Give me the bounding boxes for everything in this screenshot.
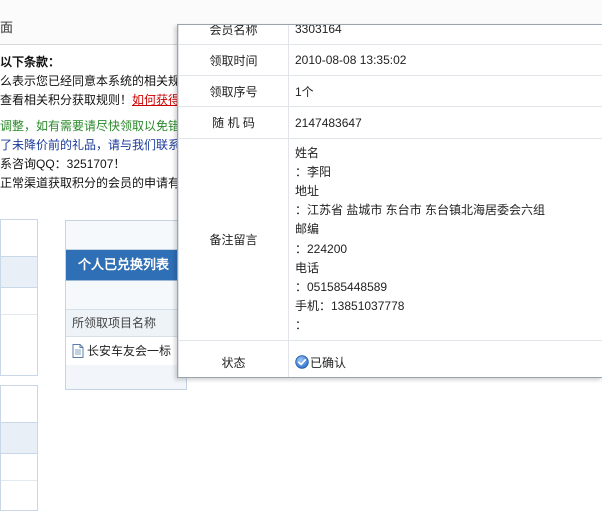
row-status: 状态 已确认: [179, 341, 602, 379]
exchange-list-header: 个人已兑换列表: [66, 250, 186, 281]
row-member-name: 会员名称 3303164: [179, 24, 602, 45]
remark-line: 邮编: [295, 220, 602, 239]
remark-line: ：李阳: [295, 163, 602, 182]
points-rules-link[interactable]: 如何获得: [132, 93, 180, 107]
receive-seq-value: 1个: [289, 76, 602, 107]
random-code-label: 随 机 码: [179, 107, 289, 139]
status-value: 已确认: [310, 356, 346, 370]
remark-line: 手机：13851037778: [295, 297, 602, 316]
random-code-value: 2147483647: [289, 107, 602, 139]
remark-line: ：江苏省 盐城市 东台市 东台镇北海居委会六组: [295, 201, 602, 220]
exchange-list-item[interactable]: 长安车友会一标: [66, 337, 186, 365]
remark-line: 电话: [295, 259, 602, 278]
remark-line: ：: [295, 316, 602, 335]
redemption-detail-table: 会员名称 3303164 领取时间 2010-08-08 13:35:02 领取…: [178, 24, 602, 378]
remark-line: 姓名: [295, 144, 602, 163]
row-random-code: 随 机 码 2147483647: [179, 107, 602, 139]
remark-line: ：224200: [295, 240, 602, 259]
left-panel-top-row: [1, 288, 37, 315]
page-title: 面: [0, 17, 13, 36]
terms-notice: 以下条款： 么表示您已经同意本系统的相关规 查看相关积分获取规则！如何获得 调整…: [0, 53, 185, 193]
member-name-value: 3303164: [289, 24, 602, 45]
check-circle-icon: [295, 355, 309, 369]
terms-heading: 以下条款：: [0, 53, 185, 72]
left-panel-bottom: [0, 385, 38, 511]
exchange-panel-spacer: [66, 281, 186, 309]
exchange-list-panel: 个人已兑换列表 所领取项目名称 长安车友会一标: [65, 220, 187, 390]
terms-line-4: 了未降价前的礼品，请与我们联系: [0, 136, 185, 155]
receive-time-value: 2010-08-08 13:35:02: [289, 45, 602, 76]
exchange-item-label[interactable]: 长安车友会一标: [87, 344, 171, 358]
document-icon: [72, 340, 84, 354]
left-panel-top: [0, 219, 38, 376]
left-panel-bottom-row: [1, 454, 37, 481]
terms-line-3: 调整，如有需要请尽快领取以免错: [0, 117, 185, 136]
receive-time-label: 领取时间: [179, 45, 289, 76]
terms-line-1: 么表示您已经同意本系统的相关规: [0, 72, 185, 91]
remark-label: 备注留言: [179, 139, 289, 341]
terms-line-5: 系咨询QQ：3251707！: [0, 155, 185, 174]
status-label: 状态: [179, 341, 289, 379]
left-panel-top-header: [1, 256, 37, 288]
left-panel-bottom-header: [1, 422, 37, 454]
member-name-label: 会员名称: [179, 24, 289, 45]
row-receive-seq: 领取序号 1个: [179, 76, 602, 107]
redemption-detail-dialog: 会员名称 3303164 领取时间 2010-08-08 13:35:02 领取…: [177, 24, 602, 378]
row-remark: 备注留言 姓名 ：李阳 地址 ：江苏省 盐城市 东台市 东台镇北海居委会六组 邮…: [179, 139, 602, 341]
exchange-column-header: 所领取项目名称: [66, 309, 186, 337]
status-value-cell: 已确认: [289, 341, 602, 379]
receive-seq-label: 领取序号: [179, 76, 289, 107]
remark-line: ：051585448589: [295, 278, 602, 297]
exchange-panel-top: [66, 221, 186, 250]
remark-line: 地址: [295, 182, 602, 201]
remark-value: 姓名 ：李阳 地址 ：江苏省 盐城市 东台市 东台镇北海居委会六组 邮编 ：22…: [289, 139, 602, 341]
terms-line-6: 正常渠道获取积分的会员的申请有: [0, 174, 185, 193]
terms-line-2-text: 查看相关积分获取规则！: [0, 93, 132, 107]
terms-line-2: 查看相关积分获取规则！如何获得: [0, 91, 185, 110]
row-receive-time: 领取时间 2010-08-08 13:35:02: [179, 45, 602, 76]
